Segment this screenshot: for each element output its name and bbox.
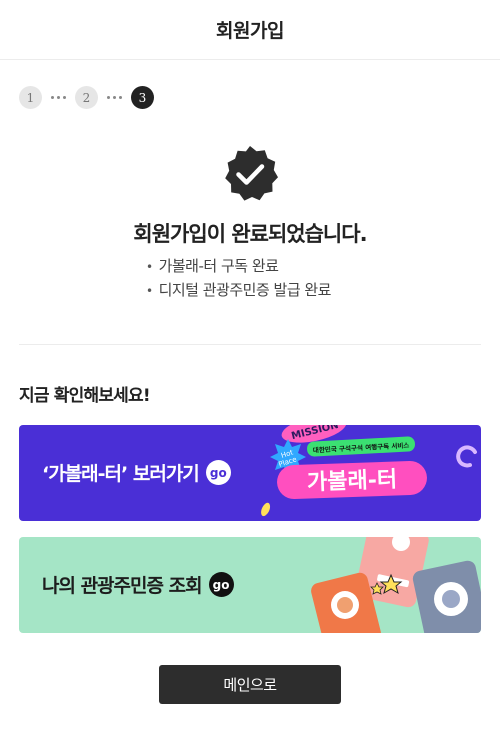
- check-badge-icon: [225, 146, 278, 201]
- go-icon: go: [208, 572, 234, 597]
- resident-card-illustration: [311, 537, 481, 633]
- main-button[interactable]: 메인으로: [159, 665, 341, 704]
- section-title: 지금 확인해보세요!: [19, 386, 151, 406]
- step-dots-icon: [98, 96, 131, 99]
- banner-text: 나의 관광주민증 조회: [42, 575, 203, 597]
- list-item: 디지털 관광주민증 발급 완료: [146, 279, 332, 303]
- step-3: 3: [131, 86, 154, 109]
- divider: [19, 344, 481, 345]
- gabollaeter-banner[interactable]: ‘가볼래-터’ 보러가기 go MISSION Hot Place 대한민국 구…: [19, 425, 481, 521]
- list-item: 가볼래-터 구독 완료: [146, 255, 331, 279]
- completion-title: 회원가입이 완료되었습니다.: [133, 222, 367, 246]
- step-dots-icon: [42, 96, 75, 99]
- banner-label: ‘가볼래-터’ 보러가기 go: [42, 459, 231, 486]
- step-indicator: 1 2 3: [19, 86, 154, 109]
- go-icon: go: [205, 460, 231, 485]
- page-title: 회원가입: [216, 20, 284, 42]
- banner-label: 나의 관광주민증 조회 go: [42, 571, 234, 598]
- completion-list: 가볼래-터 구독 완료 디지털 관광주민증 발급 완료: [146, 255, 332, 303]
- step-1: 1: [19, 86, 42, 109]
- resident-card-banner[interactable]: 나의 관광주민증 조회 go: [19, 537, 481, 633]
- step-2: 2: [75, 86, 98, 109]
- gabollaeter-logo-art: MISSION Hot Place 대한민국 구석구석 여행구독 서비스 가볼래…: [261, 425, 477, 517]
- header: 회원가입: [0, 0, 500, 60]
- banner-text: ‘가볼래-터’ 보러가기: [42, 463, 200, 485]
- logo-text: 가볼래-터: [307, 467, 398, 495]
